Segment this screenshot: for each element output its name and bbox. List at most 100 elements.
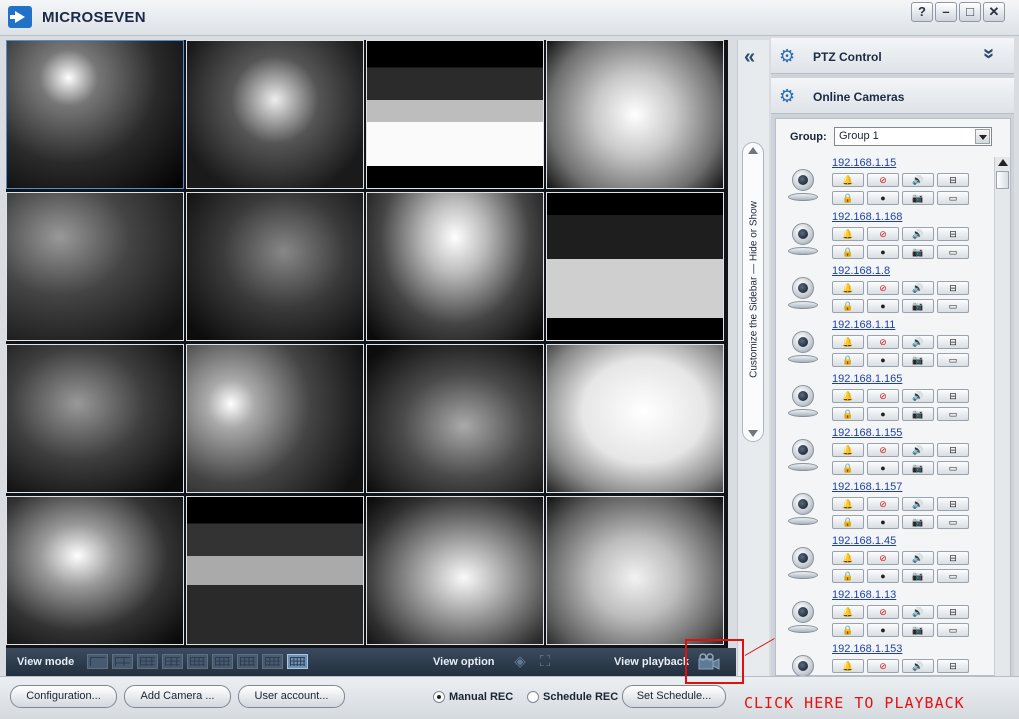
alarm-icon[interactable]: 🔔 (832, 173, 864, 187)
camera-feed-tile[interactable] (186, 496, 364, 645)
camera-feed-tile[interactable] (366, 192, 544, 341)
lock-icon[interactable]: 🔒 (832, 245, 864, 259)
speaker-icon[interactable]: 🔊 (902, 551, 934, 565)
collapse-sidebar-icon[interactable]: « (744, 46, 755, 69)
stream-icon[interactable]: ▭ (937, 299, 969, 313)
scroll-thumb[interactable] (996, 171, 1009, 189)
camera-feed-tile[interactable] (6, 344, 184, 493)
stream-icon[interactable]: ▭ (937, 353, 969, 367)
camera-feed-tile[interactable] (366, 496, 544, 645)
speaker-icon[interactable]: 🔊 (902, 335, 934, 349)
mute-icon[interactable]: ⊘ (867, 443, 899, 457)
camera-ip-link[interactable]: 192.168.1.15 (832, 157, 896, 169)
layout-button[interactable] (137, 654, 158, 669)
mute-icon[interactable]: ⊘ (867, 659, 899, 673)
network-icon[interactable]: ⊟ (937, 227, 969, 241)
camera-ip-link[interactable]: 192.168.1.45 (832, 535, 896, 547)
camera-ip-link[interactable]: 192.168.1.11 (832, 319, 895, 331)
manual-rec-radio[interactable] (433, 691, 445, 703)
layout-button[interactable] (162, 654, 183, 669)
sidebar-hide-show-tab[interactable]: Customize the Sidebar — Hide or Show (742, 142, 764, 442)
lock-icon[interactable]: 🔒 (832, 461, 864, 475)
stream-icon[interactable]: ▭ (937, 569, 969, 583)
snapshot-icon[interactable]: 📷 (902, 515, 934, 529)
camera-feed-tile[interactable] (546, 192, 724, 341)
stream-icon[interactable]: ▭ (937, 515, 969, 529)
camera-feed-tile[interactable] (546, 40, 724, 189)
camera-feed-tile[interactable] (546, 496, 724, 645)
configuration-button[interactable]: Configuration... (10, 685, 117, 708)
layout-button[interactable] (237, 654, 258, 669)
snapshot-icon[interactable]: 📷 (902, 299, 934, 313)
network-icon[interactable]: ⊟ (937, 335, 969, 349)
camera-ip-link[interactable]: 192.168.1.13 (832, 589, 896, 601)
layers-icon[interactable]: ◈ (512, 654, 528, 670)
network-icon[interactable]: ⊟ (937, 443, 969, 457)
record-icon[interactable]: ● (867, 461, 899, 475)
camera-list-scrollbar[interactable] (994, 157, 1010, 677)
camera-ip-link[interactable]: 192.168.1.165 (832, 373, 902, 385)
alarm-icon[interactable]: 🔔 (832, 389, 864, 403)
record-icon[interactable]: ● (867, 353, 899, 367)
stream-icon[interactable]: ▭ (937, 623, 969, 637)
lock-icon[interactable]: 🔒 (832, 569, 864, 583)
alarm-icon[interactable]: 🔔 (832, 227, 864, 241)
camera-feed-tile[interactable] (6, 40, 184, 189)
record-icon[interactable]: ● (867, 191, 899, 205)
speaker-icon[interactable]: 🔊 (902, 281, 934, 295)
lock-icon[interactable]: 🔒 (832, 353, 864, 367)
camera-feed-tile[interactable] (186, 192, 364, 341)
speaker-icon[interactable]: 🔊 (902, 389, 934, 403)
alarm-icon[interactable]: 🔔 (832, 281, 864, 295)
layout-button[interactable] (262, 654, 283, 669)
snapshot-icon[interactable]: 📷 (902, 407, 934, 421)
speaker-icon[interactable]: 🔊 (902, 227, 934, 241)
record-icon[interactable]: ● (867, 515, 899, 529)
layout-button[interactable] (212, 654, 233, 669)
lock-icon[interactable]: 🔒 (832, 623, 864, 637)
speaker-icon[interactable]: 🔊 (902, 605, 934, 619)
lock-icon[interactable]: 🔒 (832, 299, 864, 313)
snapshot-icon[interactable]: 📷 (902, 191, 934, 205)
speaker-icon[interactable]: 🔊 (902, 443, 934, 457)
camera-feed-tile[interactable] (186, 344, 364, 493)
camera-ip-link[interactable]: 192.168.1.168 (832, 211, 902, 223)
record-icon[interactable]: ● (867, 407, 899, 421)
record-icon[interactable]: ● (867, 245, 899, 259)
ptz-control-header[interactable]: ⚙ PTZ Control » (771, 38, 1014, 74)
record-icon[interactable]: ● (867, 569, 899, 583)
layout-button[interactable] (287, 654, 308, 669)
camera-feed-tile[interactable] (6, 192, 184, 341)
help-button[interactable]: ? (911, 2, 933, 22)
mute-icon[interactable]: ⊘ (867, 335, 899, 349)
mute-icon[interactable]: ⊘ (867, 173, 899, 187)
network-icon[interactable]: ⊟ (937, 173, 969, 187)
network-icon[interactable]: ⊟ (937, 497, 969, 511)
mute-icon[interactable]: ⊘ (867, 281, 899, 295)
speaker-icon[interactable]: 🔊 (902, 497, 934, 511)
snapshot-icon[interactable]: 📷 (902, 245, 934, 259)
chevron-down-icon[interactable]: » (977, 48, 1000, 59)
dropdown-arrow-icon[interactable] (975, 129, 990, 144)
set-schedule-button[interactable]: Set Schedule... (622, 685, 726, 708)
alarm-icon[interactable]: 🔔 (832, 551, 864, 565)
camera-feed-tile[interactable] (366, 40, 544, 189)
online-cameras-header[interactable]: ⚙ Online Cameras (771, 78, 1014, 114)
user-account-button[interactable]: User account... (238, 685, 345, 708)
snapshot-icon[interactable]: 📷 (902, 461, 934, 475)
camera-ip-link[interactable]: 192.168.1.153 (832, 643, 902, 655)
alarm-icon[interactable]: 🔔 (832, 659, 864, 673)
maximize-button[interactable]: □ (959, 2, 981, 22)
network-icon[interactable]: ⊟ (937, 659, 969, 673)
scroll-up-icon[interactable] (998, 159, 1008, 166)
speaker-icon[interactable]: 🔊 (902, 173, 934, 187)
schedule-rec-radio[interactable] (527, 691, 539, 703)
layout-button[interactable] (87, 654, 108, 669)
stream-icon[interactable]: ▭ (937, 461, 969, 475)
snapshot-icon[interactable]: 📷 (902, 569, 934, 583)
alarm-icon[interactable]: 🔔 (832, 443, 864, 457)
lock-icon[interactable]: 🔒 (832, 191, 864, 205)
snapshot-icon[interactable]: 📷 (902, 353, 934, 367)
mute-icon[interactable]: ⊘ (867, 227, 899, 241)
add-camera-button[interactable]: Add Camera ... (124, 685, 231, 708)
